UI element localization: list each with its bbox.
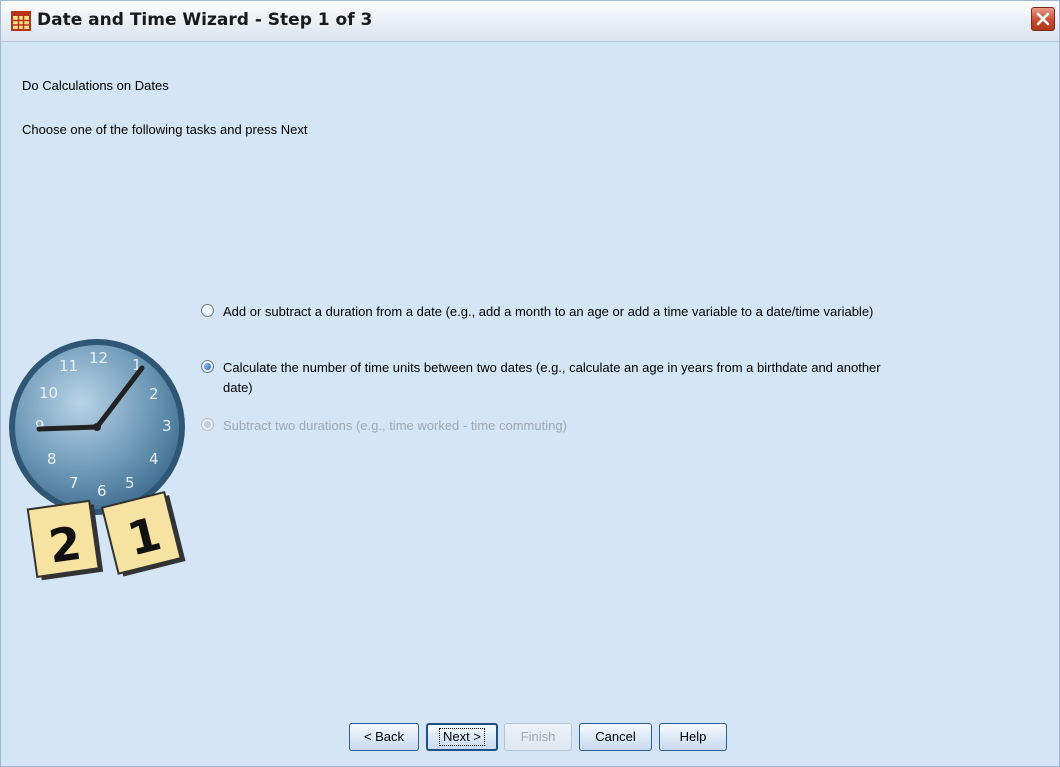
option-label: Calculate the number of time units betwe… (223, 360, 881, 395)
option-label: Subtract two durations (e.g., time worke… (223, 418, 567, 433)
back-button[interactable]: < Back (349, 723, 419, 751)
svg-text:8: 8 (47, 450, 57, 468)
svg-text:12: 12 (89, 349, 108, 367)
clock-calendar-icon: 12 1 2 3 4 5 6 7 8 9 10 11 2 1 (9, 339, 186, 581)
svg-text:9: 9 (35, 417, 45, 435)
svg-text:4: 4 (149, 450, 159, 468)
instruction-text: Choose one of the following tasks and pr… (22, 122, 308, 137)
help-button[interactable]: Help (659, 723, 727, 751)
window-title: Date and Time Wizard - Step 1 of 3 (37, 10, 373, 30)
date-time-wizard-dialog: Date and Time Wizard - Step 1 of 3 Do Ca… (0, 0, 1060, 767)
finish-button: Finish (504, 723, 572, 751)
cancel-button[interactable]: Cancel (579, 723, 652, 751)
next-button[interactable]: Next > (426, 723, 498, 751)
title-bar[interactable]: Date and Time Wizard - Step 1 of 3 (1, 1, 1059, 42)
spreadsheet-icon (11, 11, 31, 31)
svg-text:5: 5 (125, 474, 135, 492)
wizard-content: Do Calculations on Dates Choose one of t… (1, 42, 1059, 766)
svg-text:11: 11 (59, 357, 78, 375)
svg-text:10: 10 (39, 384, 58, 402)
radio-subtract-durations (201, 418, 214, 431)
radio-add-subtract-duration[interactable] (201, 304, 214, 317)
next-button-label: Next > (439, 728, 485, 746)
svg-text:7: 7 (69, 474, 79, 492)
page-heading: Do Calculations on Dates (22, 78, 169, 93)
radio-calculate-time-units[interactable] (201, 360, 214, 373)
svg-text:2: 2 (149, 385, 159, 403)
close-button[interactable] (1031, 7, 1055, 31)
close-icon (1036, 12, 1050, 26)
option-label: Add or subtract a duration from a date (… (223, 304, 874, 319)
svg-text:3: 3 (162, 417, 172, 435)
svg-text:6: 6 (97, 482, 107, 500)
